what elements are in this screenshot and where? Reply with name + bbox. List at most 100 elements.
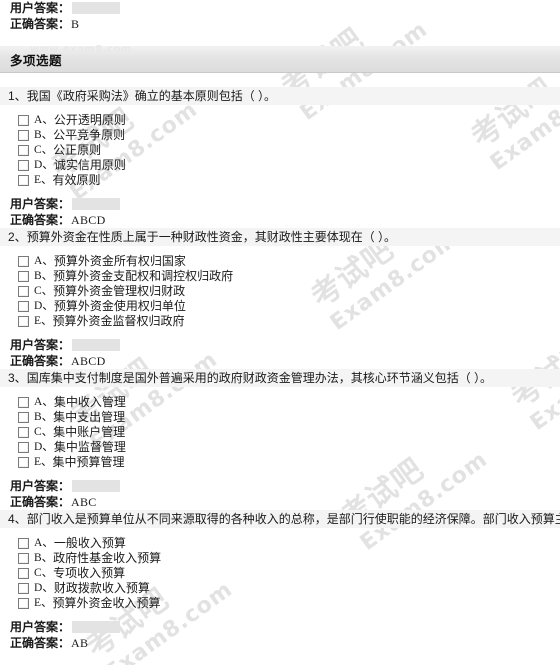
option-letter: A、 [34,537,54,549]
checkbox-icon[interactable] [18,115,29,126]
checkbox-icon[interactable] [18,538,29,549]
option-row[interactable]: C、 预算外资金管理权归财政 [18,284,560,299]
checkbox-icon[interactable] [18,145,29,156]
option-row[interactable]: C、 公正原则 [18,143,560,158]
checkbox-icon[interactable] [18,316,29,327]
previous-question-answer-block: 用户答案： 正确答案： B [0,0,560,32]
option-row[interactable]: E、 预算外资金收入预算 [18,596,560,611]
option-row[interactable]: C、 专项收入预算 [18,566,560,581]
option-row[interactable]: D、 财政拨款收入预算 [18,581,560,596]
option-letter: A、 [34,396,54,408]
option-label: 预算外资金支配权和调控权归政府 [53,269,234,283]
option-row[interactable]: B、 政府性基金收入预算 [18,551,560,566]
option-row[interactable]: E、 有效原则 [18,173,560,188]
option-label: 诚实信用原则 [53,158,126,172]
option-letter: E、 [34,597,53,609]
option-row[interactable]: D、 诚实信用原则 [18,158,560,173]
option-label: 预算外资金监督权归政府 [52,314,185,328]
question-answer-block: 用户答案： 正确答案： ABCD [0,196,560,228]
option-label: 公正原则 [53,143,102,157]
option-row[interactable]: A、 一般收入预算 [18,536,560,551]
correct-answer-label: 正确答案： [10,213,71,227]
checkbox-icon[interactable] [18,412,29,423]
user-answer-label: 用户答案： [10,1,71,15]
option-label: 集中监督管理 [53,440,126,454]
option-row[interactable]: E、 集中预算管理 [18,455,560,470]
option-letter: C、 [34,144,54,156]
option-letter: D、 [34,441,54,453]
user-answer-line: 用户答案： [10,619,560,635]
checkbox-icon[interactable] [18,286,29,297]
checkbox-icon[interactable] [18,397,29,408]
checkbox-icon[interactable] [18,301,29,312]
option-row[interactable]: B、 公平竞争原则 [18,128,560,143]
option-label: 预算外资金使用权归单位 [53,299,186,313]
checkbox-icon[interactable] [18,457,29,468]
question-item: 3、国库集中支付制度是国外普遍采用的政府财政资金管理办法，其核心环节涵义包括（ … [0,369,560,510]
option-letter: B、 [34,552,54,564]
option-row[interactable]: E、 预算外资金监督权归政府 [18,314,560,329]
option-letter: C、 [34,567,54,579]
option-row[interactable]: B、 集中支出管理 [18,410,560,425]
option-row[interactable]: D、 预算外资金使用权归单位 [18,299,560,314]
option-row[interactable]: B、 预算外资金支配权和调控权归政府 [18,269,560,284]
correct-answer-line: 正确答案： ABCD [10,353,560,369]
option-letter: B、 [34,411,54,423]
checkbox-icon[interactable] [18,175,29,186]
correct-answer-value: AB [71,636,89,650]
option-row[interactable]: A、 集中收入管理 [18,395,560,410]
checkbox-icon[interactable] [18,256,29,267]
option-label: 集中收入管理 [53,395,126,409]
option-list: A、 一般收入预算 B、 政府性基金收入预算 C、 专项收入预算 D、 财政拨款… [0,528,560,611]
checkbox-icon[interactable] [18,553,29,564]
correct-answer-label: 正确答案： [10,17,71,31]
option-row[interactable]: A、 预算外资金所有权归国家 [18,254,560,269]
option-list: A、 公开透明原则 B、 公平竞争原则 C、 公正原则 D、 诚实信用原则 E、 [0,105,560,188]
correct-answer-label: 正确答案： [10,636,71,650]
user-answer-input[interactable] [72,2,121,14]
user-answer-line: 用户答案： [10,478,560,494]
checkbox-icon[interactable] [18,583,29,594]
question-text: 我国《政府采购法》确立的基本原则包括（ ）。 [26,89,277,103]
correct-answer-value: B [71,17,80,31]
user-answer-input[interactable] [72,339,121,351]
option-letter: E、 [34,456,53,468]
user-answer-input[interactable] [72,480,121,492]
option-label: 集中账户管理 [53,425,126,439]
correct-answer-line: 正确答案： ABC [10,494,560,510]
checkbox-icon[interactable] [18,160,29,171]
checkbox-icon[interactable] [18,598,29,609]
user-answer-line: 用户答案： [10,337,560,353]
option-row[interactable]: A、 公开透明原则 [18,113,560,128]
question-answer-block: 用户答案： 正确答案： ABC [0,478,560,510]
option-letter: B、 [34,270,54,282]
checkbox-icon[interactable] [18,568,29,579]
user-answer-line: 用户答案： [10,196,560,212]
option-row[interactable]: D、 集中监督管理 [18,440,560,455]
section-header-multiple-choice: www.exam8.com 多项选题 [0,44,560,73]
option-letter: D、 [34,582,54,594]
option-letter: A、 [34,114,54,126]
checkbox-icon[interactable] [18,271,29,282]
option-row[interactable]: C、 集中账户管理 [18,425,560,440]
checkbox-icon[interactable] [18,130,29,141]
question-title-row: 1、我国《政府采购法》确立的基本原则包括（ ）。 [0,87,560,105]
option-label: 一般收入预算 [53,536,126,550]
question-number: 3、 [8,371,27,385]
option-letter: D、 [34,159,54,171]
question-item: 4、部门收入是预算单位从不同来源取得的各种收入的总称，是部门行使职能的经济保障。… [0,510,560,651]
user-answer-label: 用户答案： [10,620,71,634]
question-answer-block: 用户答案： 正确答案： AB [0,619,560,651]
correct-answer-line: 正确答案： ABCD [10,212,560,228]
user-answer-input[interactable] [72,198,121,210]
question-text: 国库集中支付制度是国外普遍采用的政府财政资金管理办法，其核心环节涵义包括（ ）。 [26,371,493,385]
user-answer-input[interactable] [72,621,121,633]
question-title-row: 4、部门收入是预算单位从不同来源取得的各种收入的总称，是部门行使职能的经济保障。… [0,510,560,528]
section-banner-watermark: www.exam8.com [30,44,132,55]
checkbox-icon[interactable] [18,427,29,438]
question-text: 部门收入是预算单位从不同来源取得的各种收入的总称，是部门行使职能的经济保障。部门… [26,512,560,526]
option-list: A、 预算外资金所有权归国家 B、 预算外资金支配权和调控权归政府 C、 预算外… [0,246,560,329]
checkbox-icon[interactable] [18,442,29,453]
